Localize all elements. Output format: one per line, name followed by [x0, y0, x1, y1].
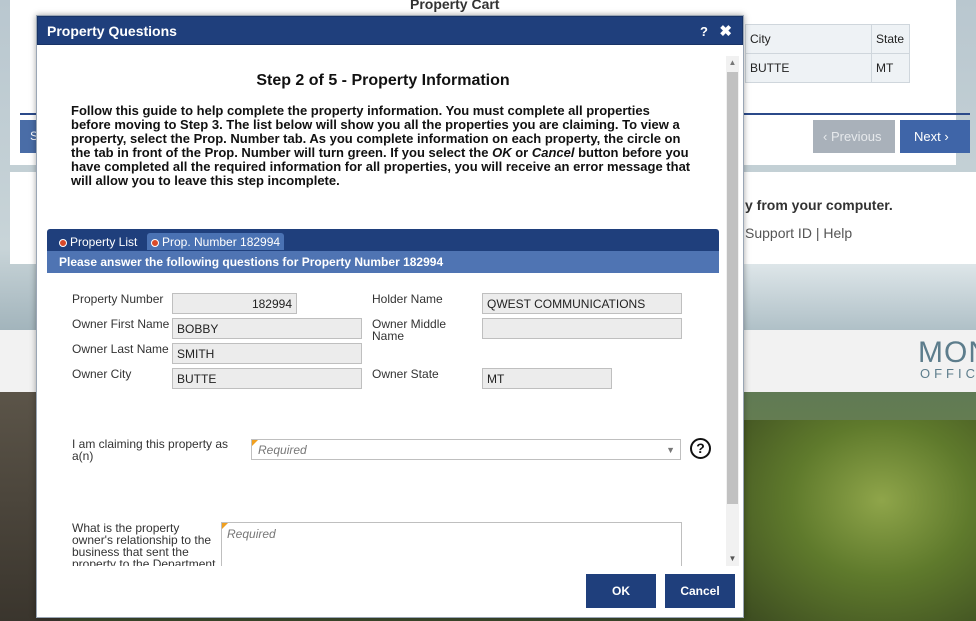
previous-label: Previous: [830, 129, 882, 144]
previous-button[interactable]: ‹ Previous: [813, 120, 895, 153]
ok-button[interactable]: OK: [586, 574, 656, 608]
table-row: BUTTE MT: [745, 53, 910, 83]
owner-city-label: Owner City: [72, 367, 132, 381]
intro-ok-word: OK: [492, 145, 512, 160]
dialog-scrollbar[interactable]: ▲ ▼: [726, 56, 739, 566]
owner-state-field: MT: [482, 368, 612, 389]
dialog-title: Property Questions: [47, 23, 177, 39]
status-dot-icon: [151, 239, 159, 247]
property-questions-dialog: Property Questions ? ✖ Step 2 of 5 - Pro…: [36, 15, 744, 618]
owner-middle-name-label: Owner Middle Name: [372, 317, 447, 343]
table-header-state: State: [871, 24, 910, 54]
chevron-right-icon: ›: [940, 129, 949, 144]
claim-type-placeholder: Required: [258, 443, 307, 457]
tab-prop-number[interactable]: Prop. Number 182994: [147, 233, 285, 250]
property-number-field: 182994: [172, 293, 297, 314]
intro-text: Follow this guide to help complete the p…: [71, 104, 691, 188]
table-row: City State: [745, 24, 910, 54]
scroll-up-icon[interactable]: ▲: [726, 56, 739, 70]
close-icon[interactable]: ✖: [719, 22, 732, 40]
dialog-titlebar: Property Questions ? ✖: [37, 16, 743, 45]
owner-last-name-field: SMITH: [172, 343, 362, 364]
background-instruction: y from your computer.: [745, 197, 893, 213]
tab-property-list[interactable]: Property List: [55, 233, 141, 250]
next-button[interactable]: Next ›: [900, 120, 970, 153]
table-cell-state: MT: [871, 53, 910, 83]
owner-state-label: Owner State: [372, 367, 439, 381]
intro-part: or: [511, 145, 532, 160]
scroll-thumb[interactable]: [727, 72, 738, 504]
relationship-label: What is the property owner's relationshi…: [72, 522, 216, 566]
next-label: Next: [914, 129, 941, 144]
owner-last-name-label: Owner Last Name: [72, 342, 169, 356]
site-logo-subtitle: OFFIC: [920, 366, 976, 381]
intro-cancel-word: Cancel: [531, 145, 575, 160]
background-water: [740, 262, 976, 332]
scroll-down-icon[interactable]: ▼: [726, 552, 739, 566]
table-header-city: City: [745, 24, 872, 54]
holder-name-field: QWEST COMMUNICATIONS: [482, 293, 682, 314]
owner-first-name-label: Owner First Name: [72, 317, 170, 331]
site-logo: MON: [918, 336, 976, 369]
tab-label: Prop. Number 182994: [162, 235, 281, 249]
dialog-content: Step 2 of 5 - Property Information Follo…: [37, 56, 737, 566]
property-number-label: Property Number: [72, 292, 164, 306]
holder-name-label: Holder Name: [372, 292, 443, 306]
chevron-left-icon: ‹: [823, 129, 831, 144]
claim-type-label: I am claiming this property as a(n): [72, 437, 229, 463]
chevron-down-icon: ▼: [666, 445, 675, 455]
required-marker-icon: [222, 523, 228, 529]
tab-label: Property List: [70, 235, 138, 249]
claim-type-select[interactable]: Required ▼: [251, 439, 681, 460]
support-links[interactable]: Support ID | Help: [745, 225, 852, 241]
step-title: Step 2 of 5 - Property Information: [256, 72, 510, 89]
status-dot-icon: [59, 239, 67, 247]
property-tabs: Property List Prop. Number 182994: [47, 229, 719, 251]
owner-city-field: BUTTE: [172, 368, 362, 389]
owner-middle-name-field: [482, 318, 682, 339]
table-cell-city: BUTTE: [745, 53, 872, 83]
relationship-textarea[interactable]: Required: [221, 522, 682, 566]
question-header: Please answer the following questions fo…: [47, 251, 719, 273]
help-icon[interactable]: ?: [700, 24, 708, 39]
cancel-button[interactable]: Cancel: [665, 574, 735, 608]
question-help-icon[interactable]: ?: [690, 438, 711, 459]
relationship-placeholder: Required: [227, 527, 276, 541]
cart-title: Property Cart: [410, 0, 500, 12]
cart-table: City State BUTTE MT: [745, 24, 910, 83]
required-marker-icon: [252, 440, 258, 446]
owner-first-name-field: BOBBY: [172, 318, 362, 339]
background-grass: [740, 420, 976, 621]
